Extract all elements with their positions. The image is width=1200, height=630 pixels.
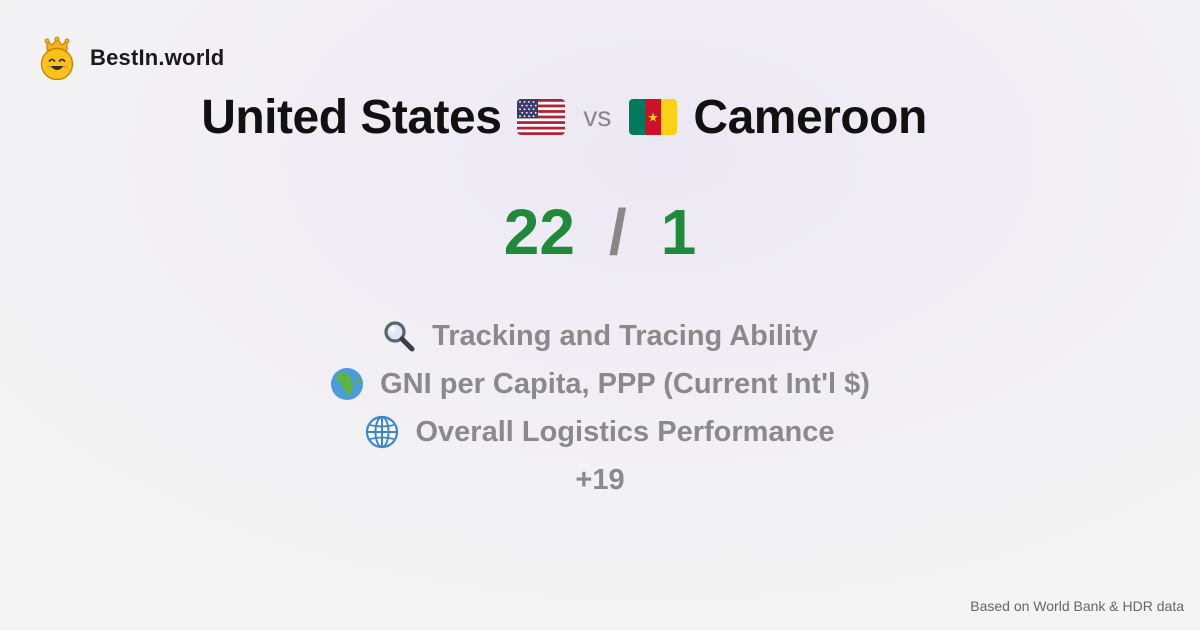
vs-label: vs <box>583 101 612 132</box>
left-country-name[interactable]: United States <box>201 90 502 145</box>
metric-item[interactable]: GNI per Capita, PPP (Current Int'l $) <box>0 360 1200 408</box>
crowned-smiley-icon <box>40 36 74 80</box>
metric-label: Tracking and Tracing Ability <box>432 319 818 352</box>
metric-item[interactable]: Overall Logistics Performance <box>0 408 1200 456</box>
magnifying-glass-icon <box>384 321 415 352</box>
source-note: Based on World Bank & HDR data <box>970 598 1184 614</box>
brand[interactable]: BestIn.world <box>38 36 224 80</box>
metrics-list: Tracking and Tracing Ability GNI per Cap… <box>0 312 1200 504</box>
comparison-title: United States vs Cameroon <box>0 88 1128 146</box>
brand-name: BestIn.world <box>90 45 225 70</box>
globe-africa-icon <box>331 368 364 400</box>
right-score: 1 <box>660 196 697 268</box>
cameroon-flag-icon <box>629 99 678 135</box>
more-count-label: +19 <box>575 463 625 496</box>
metric-item[interactable]: Tracking and Tracing Ability <box>0 312 1200 360</box>
us-flag-icon <box>517 99 566 135</box>
more-metrics-count[interactable]: +19 <box>0 456 1200 504</box>
metric-label: GNI per Capita, PPP (Current Int'l $) <box>380 367 870 400</box>
metric-label: Overall Logistics Performance <box>415 415 835 448</box>
score-separator: / <box>608 196 627 268</box>
left-score: 22 <box>503 196 575 268</box>
globe-meridians-icon <box>366 415 399 449</box>
right-country-name[interactable]: Cameroon <box>693 90 927 145</box>
score: 22 / 1 <box>0 196 1200 268</box>
